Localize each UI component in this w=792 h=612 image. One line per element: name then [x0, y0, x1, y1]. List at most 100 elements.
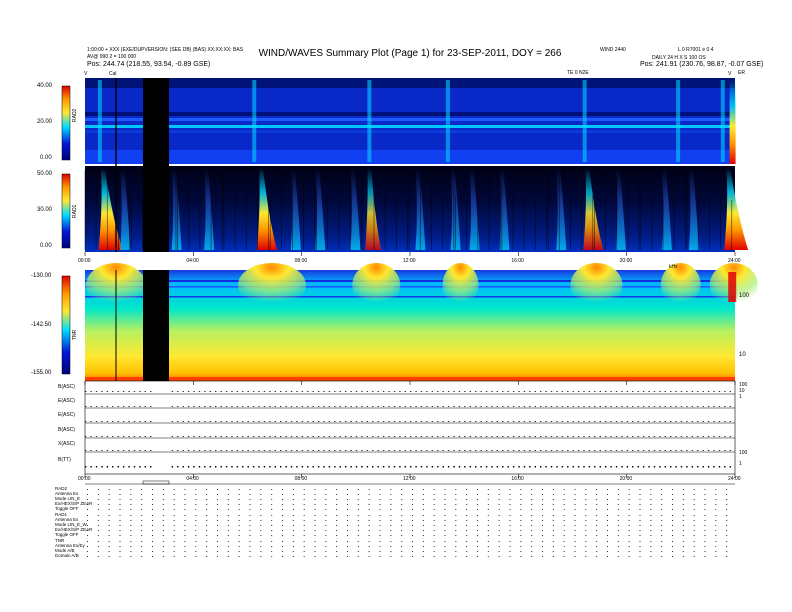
mag-dot	[258, 436, 260, 437]
mag-dot	[577, 436, 580, 437]
mag-dot	[518, 421, 520, 422]
mag-dot	[274, 466, 276, 468]
status-dot	[152, 551, 153, 552]
header-right-position: Pos: 241.91 (230.76, 98.87, -0.07 GSE)	[640, 61, 764, 68]
status-dot	[477, 546, 478, 547]
status-dot	[195, 499, 197, 500]
mag-dot	[388, 421, 390, 422]
mag-dot	[290, 466, 293, 468]
status-dot	[119, 489, 121, 490]
mag-dot	[307, 466, 309, 468]
status-dot	[563, 509, 565, 510]
status-dot	[152, 504, 153, 505]
mag-dot	[85, 466, 87, 468]
mag-dot	[372, 391, 374, 392]
status-dot	[509, 556, 511, 557]
mag-dot	[707, 466, 710, 468]
time-tick-label: 16:00	[511, 258, 524, 264]
status-dot	[487, 530, 489, 531]
rad2-tick-top: 40.00	[37, 83, 53, 89]
status-dot	[368, 494, 370, 495]
status-dot	[422, 551, 424, 552]
mag-dot	[664, 421, 666, 422]
mag-dot	[610, 406, 612, 407]
status-dot	[433, 504, 435, 505]
status-dot	[97, 525, 99, 526]
status-dot	[639, 541, 641, 542]
tnr-tick-bottom: -155.00	[31, 370, 52, 376]
status-dot	[693, 525, 695, 526]
status-dot	[422, 509, 424, 510]
status-dot	[509, 509, 511, 510]
status-dot	[585, 499, 587, 500]
mag-dot	[263, 450, 266, 451]
status-dot	[379, 504, 381, 505]
status-dot	[357, 489, 359, 490]
status-dot	[552, 535, 554, 536]
status-dot	[357, 499, 359, 500]
mag-dot	[724, 450, 726, 451]
mag-dot	[480, 450, 482, 451]
status-dot	[390, 504, 392, 505]
status-dot	[379, 509, 381, 510]
status-dot	[206, 525, 208, 526]
page-title: WIND/WAVES Summary Plot (Page 1) for 23-…	[258, 48, 562, 59]
status-dot	[639, 525, 641, 526]
mag-dot	[410, 466, 412, 468]
mag-dot	[718, 406, 721, 407]
mag-dot	[442, 466, 444, 468]
status-dot	[509, 520, 511, 521]
status-dot	[466, 546, 468, 547]
status-dot	[119, 509, 121, 510]
time-tick-label: 24:00	[728, 476, 741, 482]
mag-dot	[632, 450, 634, 451]
mag-dot	[193, 450, 195, 451]
mag-dot	[328, 450, 331, 451]
mag-dot	[247, 436, 249, 437]
status-dot	[227, 551, 229, 552]
status-dot	[282, 509, 283, 510]
status-dot	[433, 509, 435, 510]
status-dot	[271, 546, 273, 547]
status-dot	[368, 489, 370, 490]
mag-dot	[550, 436, 553, 437]
status-dot	[206, 541, 208, 542]
mag-dot	[496, 436, 499, 437]
status-dot	[466, 499, 468, 500]
status-dot	[412, 535, 413, 536]
mag-dot	[621, 406, 623, 407]
status-dot	[574, 520, 576, 521]
status-dot	[682, 546, 684, 547]
mag-dot	[198, 466, 201, 468]
status-dot	[563, 530, 565, 531]
status-dot	[704, 551, 706, 552]
status-dot	[368, 556, 370, 557]
mag-dot	[707, 450, 710, 451]
mag-dot	[144, 466, 146, 468]
mag-dot	[707, 436, 710, 437]
status-dot	[617, 535, 619, 536]
mag-dot	[112, 421, 114, 422]
status-dot	[260, 525, 262, 526]
status-dot	[422, 520, 424, 521]
mag-dot	[426, 406, 428, 407]
mag-dot	[447, 450, 450, 451]
mag-dot	[117, 436, 119, 437]
status-dot	[141, 530, 143, 531]
mag-dot	[410, 391, 412, 392]
mag-dot	[670, 450, 672, 451]
status-dot	[141, 509, 143, 510]
status-dot	[292, 499, 294, 500]
mag-dot	[133, 406, 136, 407]
mag-dot	[675, 450, 677, 451]
status-dot	[87, 515, 88, 516]
status-dot	[357, 504, 359, 505]
status-dot	[726, 556, 728, 557]
status-dot	[552, 504, 554, 505]
mag-dot	[95, 436, 98, 437]
mag-dot	[529, 406, 531, 407]
status-dot	[585, 535, 587, 536]
status-dot	[607, 494, 608, 495]
mag-row-label: E(ASC)	[58, 412, 75, 418]
mag-dot	[680, 406, 683, 407]
